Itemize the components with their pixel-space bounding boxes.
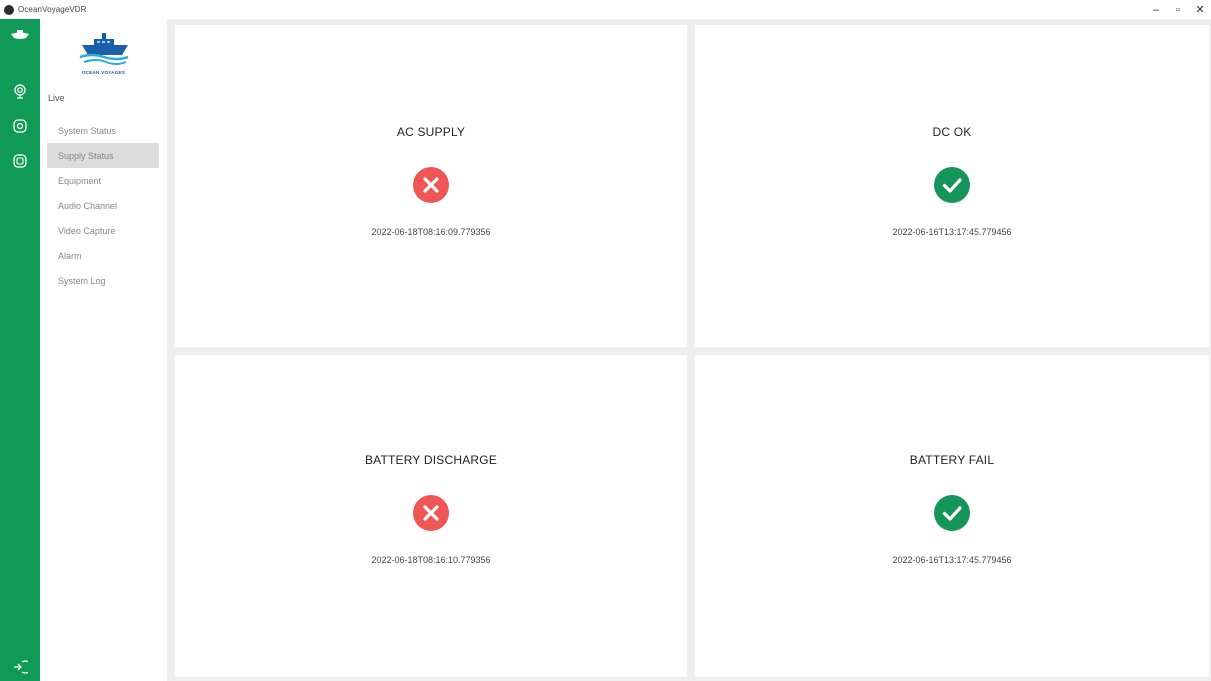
ship-icon[interactable] — [10, 25, 30, 45]
card-timestamp: 2022-06-16T13:17:45.779456 — [892, 227, 1012, 237]
section-label-live: Live — [48, 93, 65, 103]
logout-icon[interactable] — [10, 657, 30, 677]
sidebar-item-equipment[interactable]: Equipment — [47, 168, 159, 193]
sidebar-item-alarm[interactable]: Alarm — [47, 243, 159, 268]
window-title: OceanVoyageVDR — [18, 5, 87, 14]
sidebar-menu: System Status Supply Status Equipment Au… — [47, 118, 159, 293]
sidebar-item-supply-status[interactable]: Supply Status — [47, 143, 159, 168]
card-timestamp: 2022-06-18T08:16:09.779356 — [371, 227, 491, 237]
sidebar-item-system-log[interactable]: System Log — [47, 268, 159, 293]
status-card-ac-supply: AC SUPPLY 2022-06-18T08:16:09.779356 — [175, 25, 687, 347]
camera-settings-icon[interactable] — [10, 116, 30, 136]
minimize-button[interactable]: – — [1145, 0, 1167, 19]
live-radar-icon[interactable] — [10, 81, 30, 101]
status-card-dc-ok: DC OK 2022-06-16T13:17:45.779456 — [695, 25, 1209, 347]
sidebar-item-audio-channel[interactable]: Audio Channel — [47, 193, 159, 218]
storage-icon[interactable] — [10, 151, 30, 171]
logo-text: OCEAN VOYAGES — [81, 70, 126, 75]
card-title: BATTERY FAIL — [909, 453, 995, 467]
status-card-battery-discharge: BATTERY DISCHARGE 2022-06-18T08:16:10.77… — [175, 355, 687, 677]
title-bar: OceanVoyageVDR – ▫ ✕ — [0, 0, 1211, 19]
card-title: BATTERY DISCHARGE — [364, 453, 498, 467]
ocean-voyages-logo-icon — [79, 33, 128, 65]
brand-logo: OCEAN VOYAGES — [40, 19, 167, 85]
maximize-button[interactable]: ▫ — [1167, 0, 1189, 19]
status-card-battery-fail: BATTERY FAIL 2022-06-16T13:17:45.779456 — [695, 355, 1209, 677]
nav-rail — [0, 19, 40, 681]
app-icon — [4, 4, 14, 15]
card-title: AC SUPPLY — [396, 125, 466, 139]
card-timestamp: 2022-06-16T13:17:45.779456 — [892, 555, 1012, 565]
error-x-icon — [413, 495, 449, 531]
sidebar: OCEAN VOYAGES Live System Status Supply … — [40, 19, 167, 681]
sidebar-item-system-status[interactable]: System Status — [47, 118, 159, 143]
card-timestamp: 2022-06-18T08:16:10.779356 — [371, 555, 491, 565]
success-check-icon — [934, 495, 970, 531]
close-button[interactable]: ✕ — [1189, 0, 1211, 19]
sidebar-item-video-capture[interactable]: Video Capture — [47, 218, 159, 243]
card-title: DC OK — [932, 125, 972, 139]
success-check-icon — [934, 167, 970, 203]
error-x-icon — [413, 167, 449, 203]
